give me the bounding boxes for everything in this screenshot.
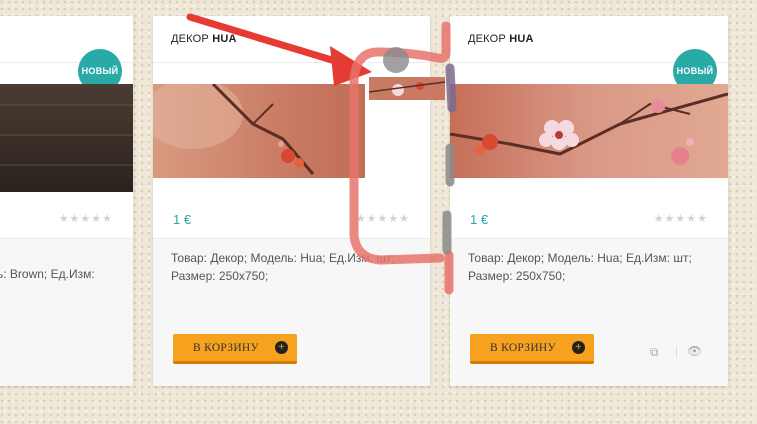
- product-price: 1 €: [470, 212, 489, 227]
- rating-stars: ★★★★★: [653, 213, 708, 225]
- brown-wood-texture: [0, 84, 133, 192]
- add-to-cart-button[interactable]: В КОРЗИНУ +: [470, 334, 594, 364]
- icon-divider: [676, 346, 677, 358]
- cherry-blossom-image: [153, 84, 430, 178]
- title-name: HUA: [212, 33, 237, 45]
- product-description: ль: Brown; Ед.Изм:: [0, 267, 95, 281]
- cart-button-label: В КОРЗИНУ: [193, 342, 259, 354]
- plus-circle-icon: +: [572, 341, 585, 354]
- add-to-cart-button[interactable]: В КОРЗИНУ +: [173, 334, 297, 364]
- cart-button-label: В КОРЗИНУ: [490, 342, 556, 354]
- product-title[interactable]: ДЕКОР HUA: [171, 33, 237, 45]
- title-prefix: ДЕКОР: [171, 33, 213, 45]
- card-lower: [0, 239, 133, 386]
- card-header: ДЕКОР HUA: [153, 16, 430, 63]
- product-card-hua-2: ДЕКОР HUA НОВЫЙ 1 € ★★★★★ Товар: Декор; …: [450, 16, 728, 386]
- product-price: 1 €: [173, 212, 192, 227]
- product-title[interactable]: ДЕКОР HUA: [468, 33, 534, 45]
- cherry-blossom-image: [450, 84, 728, 178]
- eye-icon[interactable]: 👁: [687, 344, 702, 358]
- title-prefix: ДЕКОР: [468, 33, 510, 45]
- plus-circle-icon: +: [275, 341, 288, 354]
- title-name: HUA: [509, 33, 534, 45]
- product-description: Товар: Декор; Модель: Hua; Ед.Изм: шт; Р…: [171, 251, 395, 283]
- product-card-brown: НОВЫЙ ★★★★★ ль: Brown; Ед.Изм:: [0, 16, 133, 386]
- product-card-hua-1: ДЕКОР HUA 1 € ★★★★★ Товар: Декор; Модель…: [153, 16, 430, 386]
- compare-icon[interactable]: ⧉: [650, 345, 659, 360]
- rating-stars: ★★★★★: [355, 213, 410, 225]
- product-image[interactable]: [0, 84, 133, 192]
- product-image[interactable]: [450, 84, 728, 178]
- product-description: Товар: Декор; Модель: Hua; Ед.Изм: шт; Р…: [468, 251, 692, 283]
- rating-stars: ★★★★★: [58, 213, 113, 225]
- product-image[interactable]: [153, 84, 430, 178]
